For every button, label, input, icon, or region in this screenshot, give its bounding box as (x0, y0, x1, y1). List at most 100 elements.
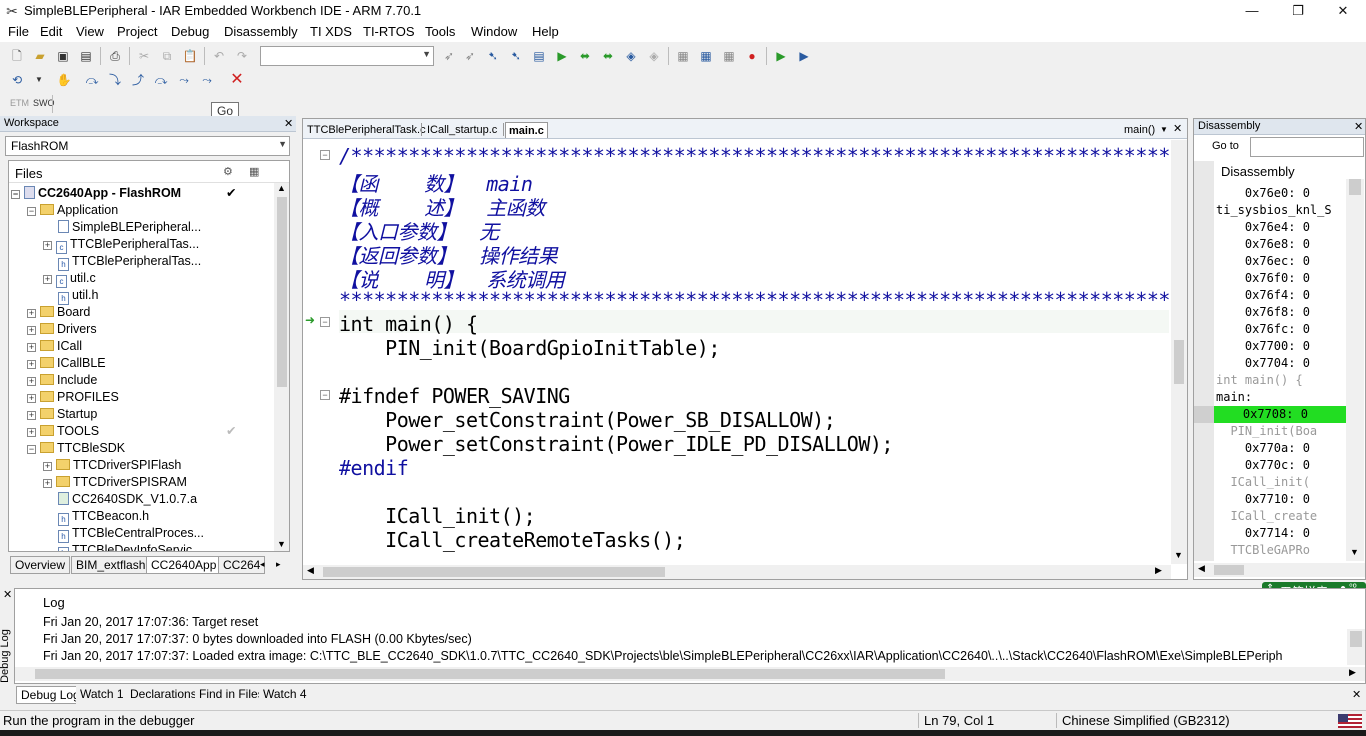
reset-icon[interactable]: ⟲ (8, 71, 26, 89)
disassembly-line[interactable]: 0x7700: 0 (1216, 338, 1346, 355)
tab-main-c[interactable]: main.c (505, 122, 548, 138)
code-area[interactable]: /***************************************… (339, 140, 1169, 565)
disassembly-line[interactable]: int main() { (1216, 372, 1346, 389)
disassembly-line[interactable]: 0x76ec: 0 (1216, 253, 1346, 270)
disassembly-line[interactable]: 0x76e8: 0 (1216, 236, 1346, 253)
goto-icon[interactable]: ➷ (484, 47, 502, 65)
next-bookmark-icon[interactable]: ▶ (553, 47, 571, 65)
disassembly-line[interactable]: 0x76e0: 0 (1216, 185, 1346, 202)
disassembly-line[interactable]: main: (1216, 389, 1346, 406)
menu-tools[interactable]: Tools (425, 24, 455, 39)
expand-icon[interactable]: + (27, 309, 36, 318)
tree-item[interactable]: h TTCBeacon.h (43, 508, 149, 526)
menu-debug[interactable]: Debug (171, 24, 209, 39)
menu-disassembly[interactable]: Disassembly (224, 24, 298, 39)
step-over-icon[interactable]: ⤼ (83, 71, 101, 89)
redo-icon[interactable]: ↷ (233, 47, 251, 65)
config-select[interactable]: FlashROM ▼ (5, 136, 290, 156)
make-icon[interactable]: ◈ (645, 47, 663, 65)
menu-view[interactable]: View (76, 24, 104, 39)
tree-item[interactable]: + TOOLS ✔ (27, 423, 236, 440)
scroll-thumb[interactable] (1349, 179, 1361, 195)
expand-icon[interactable]: + (43, 241, 52, 250)
find-combo[interactable]: ▼ (260, 46, 434, 66)
disassembly-line[interactable]: 0x770a: 0 (1216, 440, 1346, 457)
stop-debugging-icon[interactable]: ✕ (228, 71, 246, 89)
tree-item[interactable]: + ICallBLE (27, 355, 106, 372)
scroll-right-icon[interactable]: ▶ (1155, 565, 1162, 576)
expand-icon[interactable]: + (27, 326, 36, 335)
tab-cc264[interactable]: CC264 (218, 556, 266, 574)
new-file-icon[interactable]: 🗋 (8, 47, 26, 65)
tree-item[interactable]: SimpleBLEPeripheral... (43, 219, 201, 236)
log-vscroll[interactable] (1347, 629, 1365, 665)
disassembly-view[interactable]: Disassembly 0x76e0: 0 ti_sysbios_knl_S 0x… (1194, 161, 1365, 561)
scroll-thumb[interactable] (35, 669, 945, 679)
open-folder-icon[interactable]: ▰ (31, 47, 49, 65)
fold-marker-icon[interactable]: − (320, 390, 330, 400)
tree-item[interactable]: + PROFILES (27, 389, 119, 406)
chevron-down-icon[interactable]: ▼ (1160, 125, 1168, 134)
toggle-bookmark-icon[interactable]: ➷ (507, 47, 525, 65)
navigate-back-icon[interactable]: ⬌ (576, 47, 594, 65)
menu-ti-rtos[interactable]: TI-RTOS (363, 24, 415, 39)
minimize-button[interactable]: — (1229, 0, 1275, 22)
fold-marker-icon[interactable]: − (320, 150, 330, 160)
close-workspace-icon[interactable]: ✕ (284, 117, 293, 130)
menu-window[interactable]: Window (471, 24, 517, 39)
tree-item[interactable]: + Board (27, 304, 90, 321)
tree-item[interactable]: − Application (27, 202, 118, 219)
run-to-cursor-icon[interactable]: ⤳ (175, 71, 193, 89)
disassembly-line[interactable]: 0x7704: 0 (1216, 355, 1346, 372)
tab-ttcbleperipheraltask-c[interactable]: TTCBlePeripheralTask.c (304, 122, 429, 138)
breakpoint-icon[interactable]: ● (743, 47, 761, 65)
download-debug-icon[interactable]: ▶ (772, 47, 790, 65)
scroll-down-icon[interactable]: ▼ (1174, 550, 1183, 560)
expand-icon[interactable]: + (27, 343, 36, 352)
collapse-icon[interactable]: − (11, 190, 20, 199)
menu-edit[interactable]: Edit (40, 24, 62, 39)
scroll-thumb[interactable] (323, 567, 665, 577)
disassembly-line[interactable]: ICall_create (1216, 508, 1346, 525)
tree-item[interactable]: + ICall (27, 338, 82, 355)
disassembly-line[interactable]: 0x76f4: 0 (1216, 287, 1346, 304)
expand-icon[interactable]: + (27, 428, 36, 437)
tab-cc2640app[interactable]: CC2640App (146, 556, 222, 574)
scroll-thumb[interactable] (1214, 565, 1244, 575)
step-into-icon[interactable]: ⤵ (106, 71, 124, 89)
tab-overview[interactable]: Overview (10, 556, 71, 574)
disassembly-line[interactable]: 0x76e4: 0 (1216, 219, 1346, 236)
tab-find-in-files[interactable]: Find in Files (195, 686, 268, 704)
options-icon[interactable]: ⚙ (223, 165, 233, 178)
tree-item[interactable]: + c TTCBlePeripheralTas... (43, 236, 199, 254)
menu-file[interactable]: File (8, 24, 29, 39)
close-editor-icon[interactable]: ✕ (1173, 122, 1182, 135)
fold-marker-icon[interactable]: − (320, 317, 330, 327)
navigate-forward-icon[interactable]: ⬌ (599, 47, 617, 65)
tree-item[interactable]: + Drivers (27, 321, 97, 338)
close-disassembly-icon[interactable]: ✕ (1354, 120, 1363, 133)
debug-without-download-icon[interactable]: ▶ (795, 47, 813, 65)
scroll-down-icon[interactable]: ▼ (277, 539, 286, 549)
expand-icon[interactable]: + (43, 479, 52, 488)
expand-icon[interactable]: + (27, 394, 36, 403)
tree-item[interactable]: h TTCBlePeripheralTas... (43, 253, 201, 271)
scroll-left-icon[interactable]: ◀ (1198, 563, 1205, 574)
scroll-down-icon[interactable]: ▼ (1350, 547, 1359, 557)
tab-declarations[interactable]: Declarations (126, 686, 201, 704)
restore-button[interactable]: ❐ (1275, 0, 1321, 22)
tree-item[interactable]: h TTCBleCentralProces... (43, 525, 204, 543)
disassembly-line[interactable]: PIN_init(Boa (1216, 423, 1346, 440)
tab-debug-log[interactable]: Debug Log (16, 686, 85, 704)
expand-icon[interactable]: + (27, 377, 36, 386)
disassembly-line[interactable]: 0x7710: 0 (1216, 491, 1346, 508)
etm-button[interactable]: ETM (10, 98, 29, 108)
tree-item[interactable]: − TTCBleSDK (27, 440, 125, 457)
toggle-breakpoint-icon[interactable]: ▦ (720, 47, 738, 65)
collapse-icon[interactable]: − (27, 445, 36, 454)
disassembly-vscroll[interactable]: ▼ (1346, 179, 1364, 561)
find-next-icon[interactable]: ➶ (440, 47, 458, 65)
disassembly-line[interactable]: 0x76f8: 0 (1216, 304, 1346, 321)
expand-icon[interactable]: + (27, 360, 36, 369)
expand-icon[interactable]: + (27, 411, 36, 420)
